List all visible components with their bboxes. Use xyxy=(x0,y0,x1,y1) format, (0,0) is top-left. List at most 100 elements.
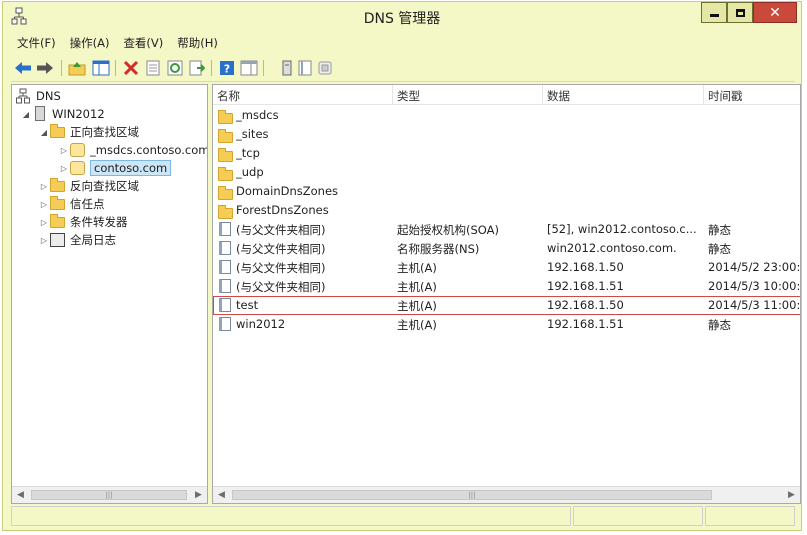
tree-node-reverse-lookup-zones[interactable]: ▷ 反向查找区域 xyxy=(38,177,139,195)
record-name: (与父文件夹相同) xyxy=(236,261,326,275)
window-title: DNS 管理器 xyxy=(363,11,441,27)
expand-arrow-icon[interactable]: ▷ xyxy=(38,236,50,245)
tree-label: DNS xyxy=(36,89,61,103)
record-timestamp: 2014/5/2 23:00:... xyxy=(708,260,800,274)
record-timestamp: 2014/5/3 11:00:... xyxy=(708,298,800,312)
list-view-button[interactable] xyxy=(295,58,315,78)
list-item-folder[interactable]: _sites xyxy=(213,125,800,144)
record-icon xyxy=(219,298,231,312)
list-item-folder[interactable]: _udp xyxy=(213,163,800,182)
menu-bar: 文件(F) 操作(A) 查看(V) 帮助(H) xyxy=(11,33,226,53)
help-button[interactable]: ? xyxy=(217,58,237,78)
expand-arrow-icon[interactable]: ▷ xyxy=(58,146,70,155)
item-name: _sites xyxy=(236,127,269,141)
list-item-folder[interactable]: _tcp xyxy=(213,144,800,163)
record-data: 192.168.1.51 xyxy=(547,317,624,331)
scroll-left-icon[interactable]: ◀ xyxy=(12,487,29,503)
dns-record-row-highlighted[interactable]: test 主机(A) 192.168.1.50 2014/5/3 11:00:.… xyxy=(213,296,800,315)
record-timestamp: 静态 xyxy=(708,223,731,237)
record-icon xyxy=(219,317,231,331)
record-data: 192.168.1.50 xyxy=(547,260,624,274)
scroll-thumb[interactable]: ||| xyxy=(232,490,712,500)
title-bar[interactable]: DNS 管理器 ✕ xyxy=(3,2,801,32)
refresh-button[interactable] xyxy=(165,58,185,78)
dns-record-row[interactable]: (与父文件夹相同) 主机(A) 192.168.1.51 2014/5/3 10… xyxy=(213,277,800,296)
expand-arrow-icon[interactable]: ▷ xyxy=(38,218,50,227)
folder-icon xyxy=(50,196,66,212)
minimize-button[interactable] xyxy=(701,2,727,23)
dns-manager-window: DNS 管理器 ✕ 文件(F) 操作(A) 查看(V) 帮助(H) ? DNS … xyxy=(2,1,802,531)
status-pane-main xyxy=(11,506,571,526)
tree-node-contoso-zone[interactable]: ▷ contoso.com xyxy=(58,159,172,177)
tree-label: 正向查找区域 xyxy=(70,125,139,139)
tree-node-forward-lookup-zones[interactable]: ◢ 正向查找区域 xyxy=(38,123,139,141)
scroll-right-icon[interactable]: ▶ xyxy=(783,487,800,503)
expand-arrow-icon[interactable]: ▷ xyxy=(58,164,70,173)
menu-action[interactable]: 操作(A) xyxy=(64,33,118,53)
record-data: [52], win2012.contoso.c... xyxy=(547,222,697,236)
properties-icon xyxy=(146,60,160,76)
record-icon xyxy=(219,222,231,236)
tree-node-dns[interactable]: DNS xyxy=(16,87,61,105)
list-item-folder[interactable]: DomainDnsZones xyxy=(213,182,800,201)
record-type: 起始授权机构(SOA) xyxy=(397,223,499,237)
scroll-right-icon[interactable]: ▶ xyxy=(190,487,207,503)
forward-arrow-icon xyxy=(37,62,53,74)
show-hide-console-tree-button[interactable] xyxy=(91,58,111,78)
tree-node-trust-points[interactable]: ▷ 信任点 xyxy=(38,195,105,213)
expand-arrow-icon[interactable]: ▷ xyxy=(38,200,50,209)
action-pane-icon xyxy=(240,60,258,76)
expand-arrow-icon[interactable]: ▷ xyxy=(38,182,50,191)
menu-file[interactable]: 文件(F) xyxy=(11,33,64,53)
column-header-timestamp[interactable]: 时间戳 xyxy=(704,85,800,105)
menu-view[interactable]: 查看(V) xyxy=(117,33,171,53)
list-item-folder[interactable]: ForestDnsZones xyxy=(213,201,800,220)
tree-node-server[interactable]: ◢ WIN2012 xyxy=(20,105,105,123)
record-icon xyxy=(219,260,231,274)
record-name: win2012 xyxy=(236,317,286,331)
list-horizontal-scrollbar[interactable]: ◀ ||| ▶ xyxy=(213,486,800,503)
zone-icon xyxy=(318,61,332,75)
help-icon: ? xyxy=(220,61,234,76)
minimize-icon xyxy=(709,14,719,17)
collapse-arrow-icon[interactable]: ◢ xyxy=(38,128,50,137)
folder-icon xyxy=(50,124,66,140)
server-button[interactable] xyxy=(277,58,297,78)
column-header-type[interactable]: 类型 xyxy=(393,85,543,105)
up-one-level-button[interactable] xyxy=(67,58,87,78)
export-list-button[interactable] xyxy=(187,58,207,78)
scroll-thumb[interactable]: ||| xyxy=(31,490,187,500)
tree-node-global-logs[interactable]: ▷ 全局日志 xyxy=(38,231,116,249)
record-data: 192.168.1.51 xyxy=(547,279,624,293)
show-hide-action-pane-button[interactable] xyxy=(239,58,259,78)
record-name: (与父文件夹相同) xyxy=(236,242,326,256)
dns-record-row[interactable]: (与父文件夹相同) 起始授权机构(SOA) [52], win2012.cont… xyxy=(213,220,800,239)
column-header-row: 名称 类型 数据 时间戳 xyxy=(213,85,800,105)
scroll-left-icon[interactable]: ◀ xyxy=(213,487,230,503)
tree-node-conditional-forwarders[interactable]: ▷ 条件转发器 xyxy=(38,213,128,231)
record-type: 主机(A) xyxy=(397,299,437,313)
tree-node-msdcs-zone[interactable]: ▷ _msdcs.contoso.com xyxy=(58,141,207,159)
toolbar-separator xyxy=(211,60,212,76)
list-item-folder[interactable]: _msdcs xyxy=(213,106,800,125)
delete-button[interactable] xyxy=(121,58,141,78)
collapse-arrow-icon[interactable]: ◢ xyxy=(20,110,32,119)
dns-record-row[interactable]: (与父文件夹相同) 名称服务器(NS) win2012.contoso.com.… xyxy=(213,239,800,258)
properties-button[interactable] xyxy=(143,58,163,78)
zone-button[interactable] xyxy=(315,58,335,78)
folder-icon xyxy=(218,205,233,219)
record-icon xyxy=(219,279,231,293)
close-button[interactable]: ✕ xyxy=(753,2,797,23)
forward-button[interactable] xyxy=(35,58,55,78)
column-header-name[interactable]: 名称 xyxy=(213,85,393,105)
item-name: _udp xyxy=(236,165,264,179)
dns-record-row[interactable]: win2012 主机(A) 192.168.1.51 静态 xyxy=(213,315,800,334)
toolbar-separator xyxy=(263,60,264,76)
dns-record-row[interactable]: (与父文件夹相同) 主机(A) 192.168.1.50 2014/5/2 23… xyxy=(213,258,800,277)
record-timestamp: 静态 xyxy=(708,242,731,256)
tree-horizontal-scrollbar[interactable]: ◀ ||| ▶ xyxy=(12,486,207,503)
maximize-button[interactable] xyxy=(727,2,753,23)
column-header-data[interactable]: 数据 xyxy=(543,85,704,105)
menu-help[interactable]: 帮助(H) xyxy=(171,33,226,53)
back-button[interactable] xyxy=(13,58,33,78)
